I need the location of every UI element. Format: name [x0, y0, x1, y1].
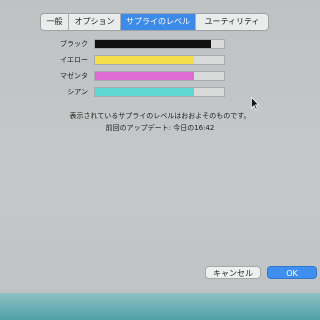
desktop-edge — [0, 293, 320, 320]
cancel-button[interactable]: キャンセル — [205, 266, 261, 279]
ok-button[interactable]: OK — [267, 266, 317, 279]
supply-gauge — [94, 39, 225, 49]
supply-gauge-fill — [95, 88, 195, 96]
tab-general[interactable]: 一般 — [41, 14, 69, 30]
supply-gauge-fill — [95, 40, 212, 48]
supply-row-black: ブラック — [0, 38, 320, 50]
supply-row-yellow: イエロー — [0, 54, 320, 66]
last-updated-text: 前回のアップデート: 今日の16:42 — [105, 124, 215, 132]
supply-row-magenta: マゼンタ — [0, 70, 320, 82]
supply-gauge — [94, 55, 225, 65]
approximate-levels-note: 表示されているサプライのレベルはおおよそのものです。 — [69, 112, 251, 120]
tab-bar: 一般 オプション サプライのレベル ユーティリティ — [40, 13, 269, 31]
supply-label: ブラック — [60, 40, 88, 48]
supply-label: イエロー — [60, 56, 88, 64]
supply-gauge-fill — [95, 56, 195, 64]
supply-gauge — [94, 87, 225, 97]
tab-options[interactable]: オプション — [69, 14, 121, 30]
tab-utility[interactable]: ユーティリティ — [196, 14, 268, 30]
supply-gauge-fill — [95, 72, 195, 80]
supply-row-cyan: シアン — [0, 86, 320, 98]
tab-supply-levels[interactable]: サプライのレベル — [121, 14, 196, 30]
mouse-pointer-icon — [251, 97, 259, 110]
supply-gauge — [94, 71, 225, 81]
supply-label: シアン — [67, 88, 88, 96]
supply-label: マゼンタ — [60, 72, 88, 80]
supply-levels-window: 一般 オプション サプライのレベル ユーティリティ ブラック イエロー マゼンタ… — [0, 0, 320, 320]
